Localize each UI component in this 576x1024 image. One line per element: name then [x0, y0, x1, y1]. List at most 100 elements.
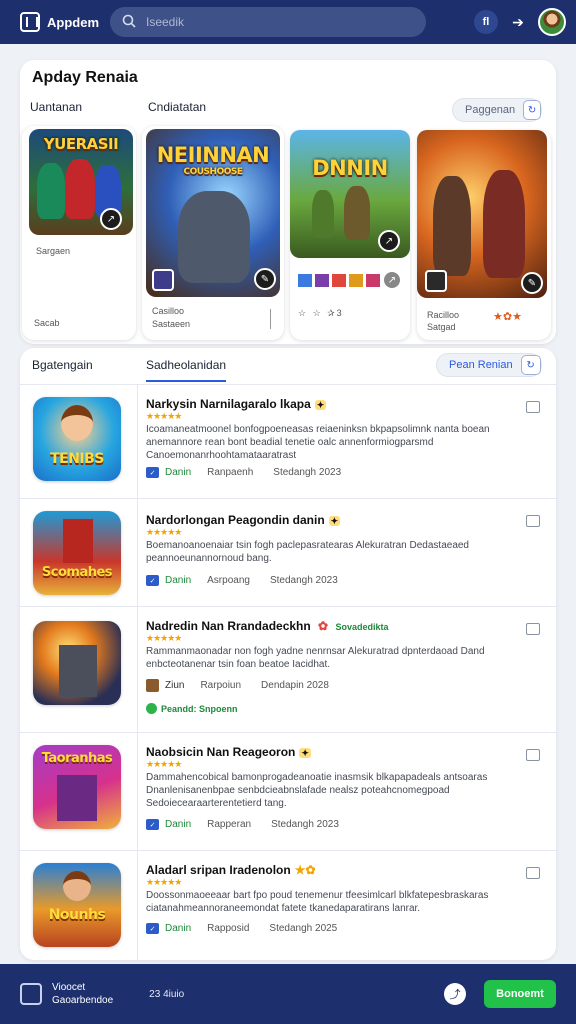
rating-stars: ★★★★★ [146, 877, 182, 887]
publisher-name[interactable]: Ziun [165, 680, 184, 691]
list-panel: Bgatengain Sadheolanidan Pean Renian ↻ T… [20, 348, 556, 960]
publisher-name[interactable]: Danin [165, 575, 191, 586]
category-label: Asrpoang [207, 575, 250, 586]
thumbnail-title: Taoranhas [41, 751, 113, 766]
play-icon[interactable]: ↗ [100, 208, 122, 230]
card-sublabel: Satgad [427, 322, 456, 332]
status-note: Peandd: Snpoenn [161, 703, 238, 714]
thumbnail-title: TENIBS [50, 451, 104, 467]
publisher-icon: ✓ [146, 923, 159, 934]
category-label: Rarpoiun [200, 680, 242, 691]
publisher-icon: ✓ [146, 819, 159, 830]
card-label: Sargaen [36, 246, 71, 256]
footer-time: 23 4iuio [149, 988, 185, 1000]
category-label: Rapposid [207, 923, 250, 934]
refresh-icon: ↻ [523, 100, 541, 120]
publisher-name[interactable]: Danin [165, 819, 191, 830]
notification-button[interactable]: fl [474, 10, 498, 34]
bookmark-icon[interactable] [526, 623, 540, 635]
share-arrow-icon[interactable]: ➔ [510, 14, 526, 31]
footer-subtitle: Gaoarbendoe [52, 995, 114, 1006]
featured-filter-label: Paggenan [465, 104, 516, 116]
bookmark-icon[interactable] [526, 515, 540, 527]
thumbnail-title: Scomahes [41, 565, 113, 580]
featured-card[interactable]: ✎ Racilloo Satgad ★✿★ [417, 130, 551, 340]
rating-stars: ★★★★★ [146, 527, 182, 537]
card-tags [298, 274, 380, 287]
divider [270, 309, 271, 329]
list-filter-label: Pean Renian [449, 359, 513, 371]
game-thumbnail: Taoranhas [33, 745, 121, 829]
list-item[interactable]: Scomahes Nardorlongan Peagondin danin ✦ ★… [20, 498, 556, 606]
item-description: Dammahencobical bamonprogadeanoatie inas… [146, 772, 488, 809]
date-label: Dendapin 2028 [261, 680, 329, 691]
app-icon[interactable] [20, 983, 42, 1005]
bookmark-icon[interactable] [526, 867, 540, 879]
date-label: Stedangh 2023 [273, 467, 342, 478]
item-title: Naobsicin Nan Reageoron [146, 745, 296, 759]
cta-button[interactable]: Bonoemt [484, 980, 556, 1008]
app-logo-icon [20, 12, 40, 32]
date-label: Stedangh 2025 [269, 923, 338, 934]
publisher-icon [146, 679, 159, 692]
list-item[interactable]: Nadredin Nan Rrandadeckhn ✿ Sovadedikta … [20, 606, 556, 732]
link-icon[interactable]: ↗ [382, 270, 402, 290]
tab-list-second[interactable]: Sadheolanidan [146, 358, 227, 382]
publisher-icon: ✓ [146, 467, 159, 478]
edit-icon[interactable]: ✎ [254, 268, 276, 290]
art-title: NEIINNAN [156, 143, 270, 167]
top-bar: Appdem fl ➔ [0, 0, 576, 44]
tab-featured-first[interactable]: Uantanan [30, 100, 82, 114]
featured-panel: Apday Renaia Uantanan Cndiatatan Paggena… [20, 60, 556, 344]
emoji-icon: ✦ [314, 400, 327, 410]
list-item[interactable]: TENIBS Narkysin Narnilagaralo lkapa ✦ ★★★… [20, 384, 556, 498]
featured-title: Apday Renaia [32, 69, 138, 86]
game-thumbnail: Nounhs [33, 863, 121, 947]
rating-stars: ★★★★★ [146, 633, 182, 643]
badge-icon: ✿ [318, 619, 329, 633]
search-bar[interactable] [110, 7, 426, 37]
rating-stars: ★★★★★ [146, 411, 182, 421]
search-input[interactable] [146, 15, 386, 29]
card-sublabel: Sacab [34, 318, 60, 328]
featured-card[interactable]: NEIINNAN COUSHOOSE ✎ Casilloo Sastaeen [142, 126, 284, 340]
refresh-icon: ↻ [520, 355, 541, 375]
tab-list-first[interactable]: Bgatengain [32, 358, 93, 372]
emoji-icon: ✦ [328, 516, 341, 526]
art-title: DNNIN [312, 156, 388, 180]
date-label: Stedangh 2023 [269, 575, 338, 586]
bookmark-icon[interactable] [526, 749, 540, 761]
list-item[interactable]: Nounhs Aladarl sripan Iradenolon ★✿ ★★★★★… [20, 850, 556, 960]
share-icon[interactable]: ⤴ [444, 983, 466, 1005]
rating-stars: ★✿★ [493, 311, 522, 323]
play-icon[interactable]: ↗ [378, 230, 400, 252]
featured-filter-button[interactable]: Paggenan ↻ [452, 98, 542, 122]
bookmark-icon[interactable] [526, 401, 540, 413]
art-subtitle: COUSHOOSE [183, 167, 243, 177]
item-title: Aladarl sripan Iradenolon [146, 863, 291, 877]
app-logo[interactable]: Appdem [20, 12, 110, 32]
rating-stars: ★★★★★ [146, 759, 182, 769]
item-description: Doossonmaoeeaar bart fpo poud tenemenur … [146, 890, 489, 914]
list-item[interactable]: Taoranhas Naobsicin Nan Reageoron ✦ ★★★★★… [20, 732, 556, 850]
card-label: Racilloo [427, 310, 460, 320]
footer-title: Vioocet [52, 982, 86, 993]
tab-featured-second[interactable]: Cndiatatan [148, 100, 206, 114]
thumbnail-title: Nounhs [48, 907, 106, 923]
publisher-name[interactable]: Danin [165, 923, 191, 934]
publisher-name[interactable]: Danin [165, 467, 191, 478]
date-label: Stedangh 2023 [271, 819, 339, 830]
category-label: Ranpaenh [207, 467, 254, 478]
item-description: Rammanmaonadar non fogh yadne nenrnsar A… [146, 646, 485, 670]
edit-icon[interactable]: ✎ [521, 272, 543, 294]
game-thumbnail: TENIBS [33, 397, 121, 481]
game-thumbnail: Scomahes [33, 511, 121, 595]
featured-card[interactable]: DNNIN ↗ ↗ ☆ ☆ ✰3 [290, 130, 410, 340]
list-filter-button[interactable]: Pean Renian ↻ [436, 353, 542, 377]
card-rating: ☆ ☆ ✰3 [298, 308, 344, 318]
publisher-icon: ✓ [146, 575, 159, 586]
bottom-bar: Vioocet Gaoarbendoe 23 4iuio ⤴ Bonoemt [0, 964, 576, 1024]
star-badge-icon: ★✿ [294, 863, 316, 877]
featured-card[interactable]: YUERASII ↗ Sargaen Sacab [22, 126, 136, 340]
avatar[interactable] [538, 8, 566, 36]
